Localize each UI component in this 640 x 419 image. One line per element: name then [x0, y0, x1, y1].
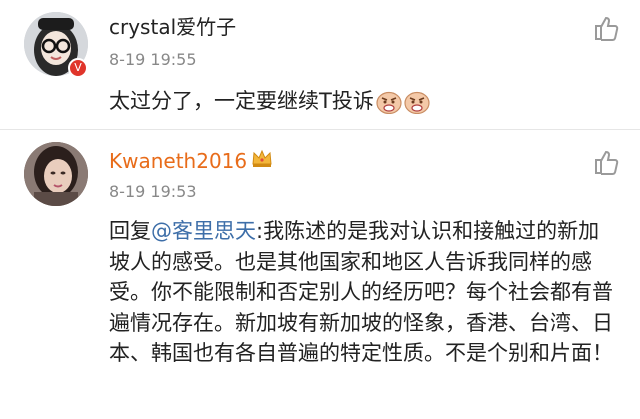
thumbs-up-icon	[595, 16, 619, 41]
reply-prefix: 回复	[109, 219, 151, 243]
like-button[interactable]	[592, 14, 620, 42]
avatar[interactable]	[24, 142, 88, 206]
angry-face-emoji	[404, 90, 430, 115]
like-button[interactable]	[592, 148, 620, 176]
comment-item: V crystal爱竹子 8-19 19:55 太过分了，一定要继续T投诉	[0, 0, 640, 130]
comment-body: 太过分了，一定要继续T投诉	[109, 89, 374, 113]
crown-icon	[251, 148, 273, 176]
mention-link[interactable]: @客里思天	[151, 219, 256, 243]
thumbs-up-icon	[595, 150, 619, 175]
username-text: Kwaneth2016	[109, 149, 248, 173]
comment-item: Kwaneth2016 8-19 19:53 回复@客里思天:我陈述的是我对认识…	[0, 130, 640, 419]
username[interactable]: Kwaneth2016	[109, 148, 273, 176]
comment-text: 回复@客里思天:我陈述的是我对认识和接触过的新加坡人的感受。也是其他国家和地区人…	[109, 216, 619, 369]
comment-text: 太过分了，一定要继续T投诉	[109, 86, 619, 116]
username[interactable]: crystal爱竹子	[109, 14, 236, 40]
verified-badge: V	[68, 58, 88, 78]
angry-face-emoji	[376, 90, 402, 115]
timestamp: 8-19 19:53	[109, 182, 197, 201]
timestamp: 8-19 19:55	[109, 50, 197, 69]
